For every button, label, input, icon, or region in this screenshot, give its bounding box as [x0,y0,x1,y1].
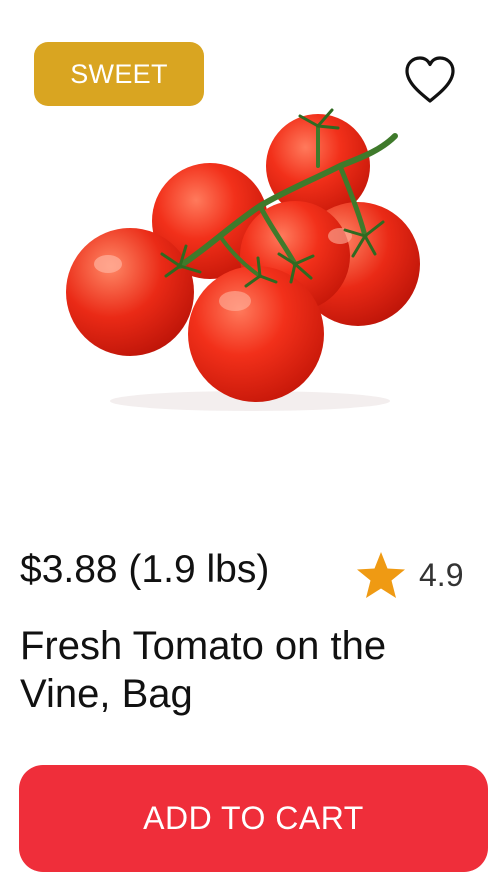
add-to-cart-label: ADD TO CART [143,800,364,836]
product-card: SWEET $3.88 (1.9 lbs) 4.9 Fresh Tomato o… [0,0,504,895]
add-to-cart-button[interactable]: ADD TO CART [19,765,488,872]
rating-value: 4.9 [419,556,464,593]
star-icon [357,552,405,598]
product-title: Fresh Tomato on the Vine, Bag [20,624,387,716]
tomato-vine-image [66,108,420,411]
badge-label: SWEET [70,58,168,89]
product-price: $3.88 (1.9 lbs) [20,548,270,591]
product-rating: 4.9 [355,548,463,602]
